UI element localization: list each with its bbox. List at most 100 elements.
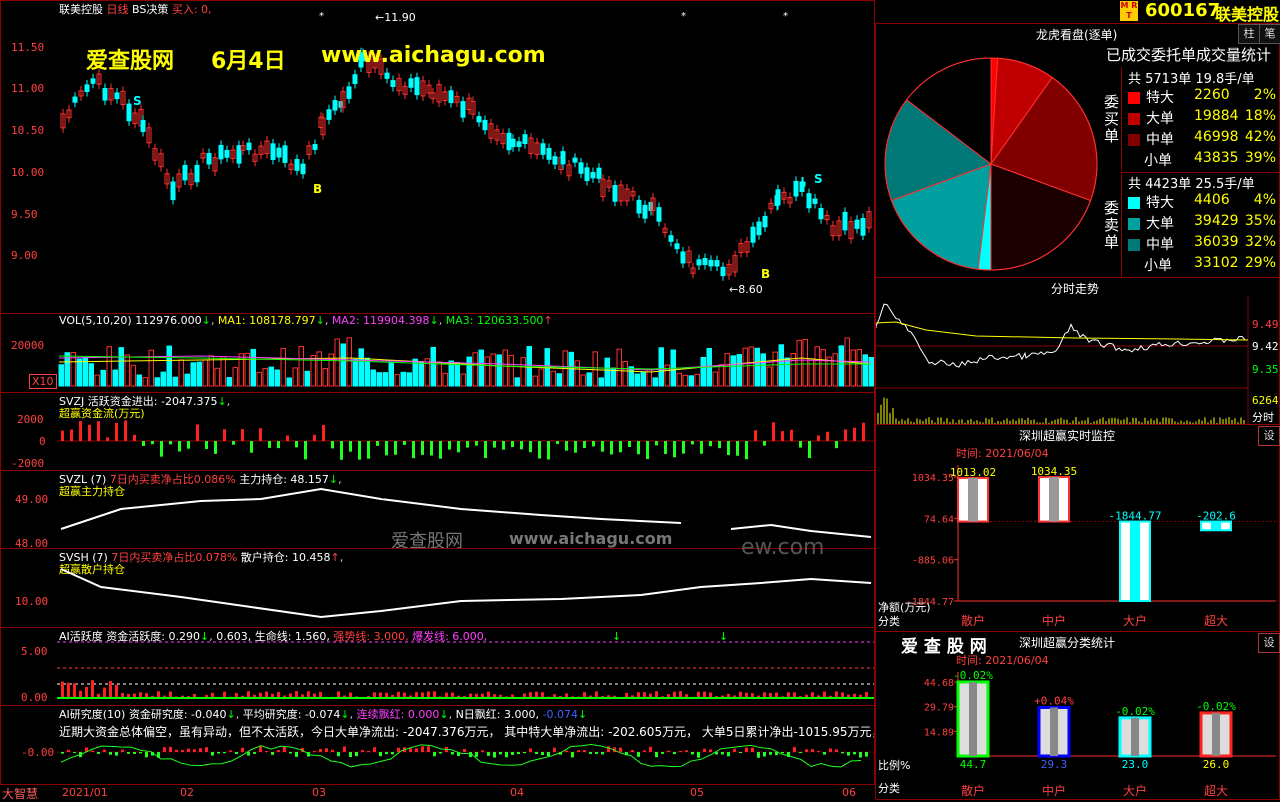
svzj-bar — [151, 441, 154, 445]
svzj-bar — [844, 429, 847, 441]
monitor-panel[interactable]: 深圳超赢实时监控 设 时间: 2021/06/04 1034.35 74.64 -8… — [875, 424, 1280, 632]
sell-row: 小单 33102 29% — [1128, 255, 1278, 276]
candle-body — [90, 78, 96, 84]
kline-panel[interactable]: 联美控股 日线 BS决策 买入: 0, * * * 11.50 11.00 10.5… — [0, 0, 875, 314]
classstat-panel[interactable]: 爱 查 股 网 深圳超赢分类统计 设 时间: 2021/06/04 44.68 2… — [875, 631, 1280, 800]
research-bar — [817, 750, 820, 752]
sell-side-label: 委卖单 — [1104, 199, 1120, 251]
class-top-label-2: -0.02% — [1115, 705, 1155, 718]
volume-panel[interactable]: VOL(5,10,20) 112976.000↓, MA1: 108178.79… — [0, 313, 875, 393]
buy-color-swatch — [1128, 156, 1138, 166]
svzj-bar — [601, 441, 604, 452]
monitor-category-0: 散户 — [961, 613, 985, 628]
research-bar — [223, 752, 226, 754]
svzj-bar — [691, 441, 694, 445]
activity-bar — [307, 691, 310, 698]
activity-bar — [679, 691, 682, 698]
svzj-bar — [142, 441, 145, 446]
volume-bar — [742, 347, 748, 387]
research-bar — [685, 750, 688, 752]
volume-bar — [850, 349, 856, 387]
sell-color-swatch — [1128, 197, 1140, 209]
volume-bar — [148, 349, 154, 387]
svzj-bar — [304, 441, 307, 460]
intraday-panel[interactable]: 分时走势 9.49 9.42 9.35 6264 分时 — [875, 277, 1280, 425]
brand-label: 大智慧 — [2, 787, 39, 801]
svzj-bar — [637, 441, 640, 455]
svzj-panel[interactable]: SVZJ 活跃资金进出: -2047.375↓, 超赢资金流(万元) 2000 … — [0, 392, 875, 471]
monitor-bar-shade-1 — [1049, 477, 1059, 522]
buy-name: 特大 — [1146, 90, 1174, 106]
candle-body — [714, 260, 720, 267]
svzj-bar — [457, 441, 460, 453]
date-tick-1: 02 — [180, 786, 194, 799]
svzj-bar — [673, 441, 676, 458]
dragon-panel[interactable]: 龙虎看盘(逐单) 柱 笔 已成交委托单成交量统计 委买单 委卖单 共 5713单… — [875, 23, 1280, 278]
ai-activity-panel[interactable]: AI活跃度 资金活跃度: 0.290↓, 0.603, 生命线: 1.560, … — [0, 627, 875, 706]
ai-research-panel[interactable]: AI研究度(10) 资金研究度: -0.040↓, 平均研究度: -0.074↓… — [0, 705, 875, 785]
research-bar — [619, 747, 622, 752]
candle-body — [696, 259, 702, 266]
volume-bar — [556, 373, 562, 387]
class-tick-label: 44.68 — [924, 678, 954, 689]
volume-bar — [460, 373, 466, 387]
research-bar — [211, 752, 214, 756]
watermark-date: 6月4日 — [211, 49, 286, 74]
volume-bar — [334, 338, 340, 387]
svsh-panel[interactable]: SVSH (7) 7日内买卖净占比0.078% 散户持仓: 10.458↑, 超… — [0, 535, 875, 628]
research-bar — [235, 752, 238, 755]
svzl-line — [60, 487, 682, 530]
research-bar — [451, 752, 454, 755]
sell-row: 特大 4406 4% — [1128, 192, 1278, 213]
svzj-bar — [583, 441, 586, 448]
volume-bar — [394, 374, 400, 387]
monitor-category-3: 超大 — [1204, 613, 1228, 628]
svzj-bar — [529, 441, 532, 453]
class-bottom-label-1: 29.3 — [1041, 758, 1068, 771]
low-price-label: ←8.60 — [729, 283, 763, 296]
research-bar — [727, 752, 730, 757]
date-axis: 大智慧 2021/01 02 03 04 05 06 — [0, 784, 875, 801]
svzj-bar — [358, 441, 361, 460]
research-bar — [253, 752, 256, 754]
research-bar — [841, 752, 844, 754]
research-bar — [67, 749, 70, 752]
research-bar — [127, 752, 130, 754]
research-chart — [57, 744, 874, 768]
research-bar — [133, 752, 136, 754]
svzj-bar — [133, 434, 136, 441]
research-bar — [793, 746, 796, 752]
volume-bar — [778, 344, 784, 387]
volume-bar — [406, 372, 412, 387]
research-bar — [529, 748, 532, 752]
volume-bar — [484, 356, 490, 387]
volume-bar — [172, 376, 178, 387]
volume-bar — [130, 364, 136, 387]
class-bar-shade-3 — [1212, 712, 1220, 756]
tab-tick[interactable]: 笔 — [1259, 24, 1280, 44]
svzj-bar — [277, 441, 280, 449]
svzj-bar — [619, 441, 622, 453]
volume-chart — [58, 337, 874, 387]
svzj-bar — [322, 424, 325, 441]
volume-bar — [100, 369, 106, 387]
svzj-bar — [331, 441, 334, 449]
research-bar — [823, 752, 826, 755]
watermark-url: www.aichagu.com — [321, 43, 546, 68]
classstat-xlabel: 分类 — [878, 782, 900, 795]
activity-bar — [295, 691, 298, 698]
volume-bar — [196, 361, 202, 387]
sell-value: 33102 — [1194, 255, 1239, 271]
svzj-bar — [547, 441, 550, 460]
class-category-2: 大户 — [1123, 783, 1147, 798]
svzj-bar — [826, 431, 829, 441]
candle-body — [552, 156, 558, 165]
intraday-vol-label: 分时 — [1252, 411, 1274, 424]
tab-bar[interactable]: 柱 — [1238, 24, 1260, 44]
svzj-bar — [484, 441, 487, 458]
volume-bar — [106, 346, 112, 387]
volume-bar — [748, 346, 754, 387]
svzj-bar — [349, 441, 352, 452]
candle-body — [540, 143, 546, 155]
svzj-bar — [646, 441, 649, 460]
